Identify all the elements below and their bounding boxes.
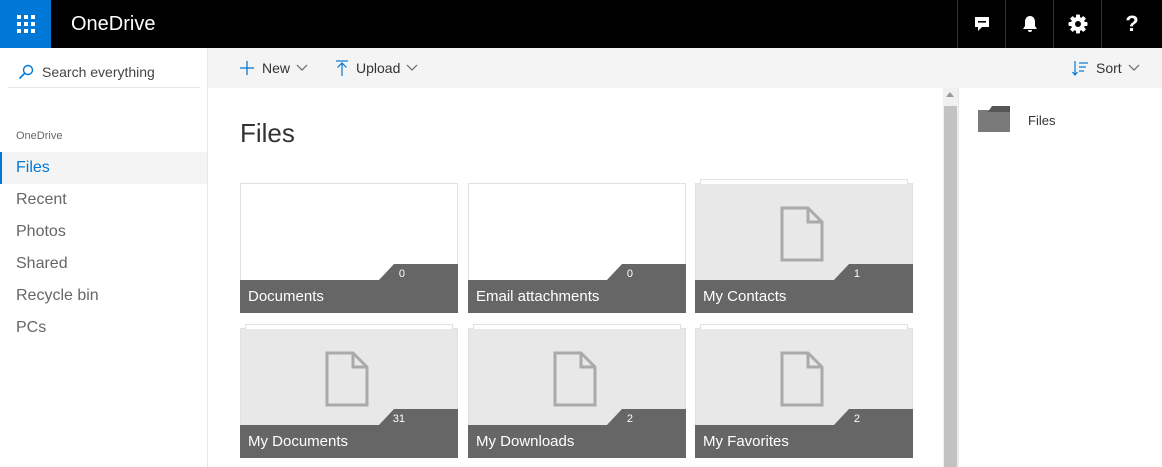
details-pane-label: Files: [1028, 113, 1056, 128]
app-title[interactable]: OneDrive: [71, 0, 155, 48]
chevron-down-icon: [406, 64, 418, 71]
document-icon: [780, 206, 824, 262]
folder-name: My Contacts: [695, 280, 913, 313]
sort-button[interactable]: Sort: [1072, 48, 1140, 88]
item-count: 0: [626, 268, 633, 280]
nav-item-recent[interactable]: Recent: [0, 184, 207, 216]
folder-tile[interactable]: 2 My Downloads: [468, 324, 686, 458]
nav-item-photos[interactable]: Photos: [0, 216, 207, 248]
search-input[interactable]: Search everything: [42, 64, 155, 80]
folder-tab-shape: [833, 409, 913, 426]
new-button[interactable]: New: [240, 48, 308, 88]
nav-item-files[interactable]: Files: [0, 152, 207, 184]
scroll-thumb[interactable]: [944, 106, 957, 467]
main-content: Files 0 Documents 0 Email attachments 1 …: [208, 88, 943, 467]
document-icon: [780, 351, 824, 407]
search-box[interactable]: Search everything: [8, 56, 200, 88]
top-actions: ?: [957, 0, 1162, 48]
notifications-button[interactable]: [1005, 0, 1053, 48]
help-button[interactable]: ?: [1101, 0, 1162, 48]
plus-icon: [240, 61, 254, 75]
folder-tab-shape: [606, 409, 686, 426]
folder-icon: [978, 106, 1010, 132]
details-pane: Files: [958, 88, 1162, 467]
upload-icon: [336, 60, 348, 76]
folder-tile[interactable]: 1 My Contacts: [695, 179, 913, 313]
help-icon: ?: [1125, 11, 1139, 36]
waffle-icon: [16, 15, 35, 33]
folder-tab-shape: [378, 264, 458, 281]
sort-icon: [1072, 61, 1088, 76]
command-bar: New Upload Sort: [208, 48, 1162, 88]
feedback-icon: [974, 17, 989, 31]
folder-tile[interactable]: 2 My Favorites: [695, 324, 913, 458]
upload-button[interactable]: Upload: [336, 48, 418, 88]
search-icon: [18, 64, 34, 79]
folder-name: My Downloads: [468, 425, 686, 458]
nav-item-shared[interactable]: Shared: [0, 248, 207, 280]
chevron-down-icon: [296, 64, 308, 71]
folder-name: My Documents: [240, 425, 458, 458]
item-count: 2: [853, 413, 860, 425]
top-bar: OneDrive ?: [0, 0, 1162, 48]
document-icon: [553, 351, 597, 407]
folder-name: Email attachments: [468, 280, 686, 313]
new-label: New: [262, 60, 291, 76]
item-count: 31: [392, 413, 405, 425]
folder-tile[interactable]: 31 My Documents: [240, 324, 458, 458]
folder-name: Documents: [240, 280, 458, 313]
app-launcher-button[interactable]: [0, 0, 51, 48]
nav-heading: OneDrive: [16, 130, 63, 142]
folder-tab-shape: [606, 264, 686, 281]
folder-tile[interactable]: 0 Documents: [240, 183, 458, 313]
folder-name: My Favorites: [695, 425, 913, 458]
scroll-up-arrow[interactable]: [946, 92, 954, 97]
chevron-down-icon: [1128, 64, 1140, 71]
nav-item-pcs[interactable]: PCs: [0, 312, 207, 344]
folder-tile[interactable]: 0 Email attachments: [468, 183, 686, 313]
gear-icon: [1068, 14, 1087, 34]
nav-item-recycle-bin[interactable]: Recycle bin: [0, 280, 207, 312]
page-title: Files: [240, 118, 295, 148]
item-count: 2: [626, 413, 633, 425]
document-icon: [325, 351, 369, 407]
item-count: 0: [398, 268, 405, 280]
upload-label: Upload: [356, 60, 401, 76]
vertical-scrollbar[interactable]: [943, 88, 958, 467]
nav-list: Files Recent Photos Shared Recycle bin P…: [0, 152, 207, 344]
bell-icon: [1022, 16, 1037, 32]
folder-tab-shape: [378, 409, 458, 426]
folder-tab-shape: [833, 264, 913, 281]
sort-label: Sort: [1096, 60, 1122, 76]
item-count: 1: [853, 268, 860, 280]
left-navigation: Search everything OneDrive Files Recent …: [0, 48, 208, 467]
feedback-button[interactable]: [957, 0, 1005, 48]
settings-button[interactable]: [1053, 0, 1101, 48]
